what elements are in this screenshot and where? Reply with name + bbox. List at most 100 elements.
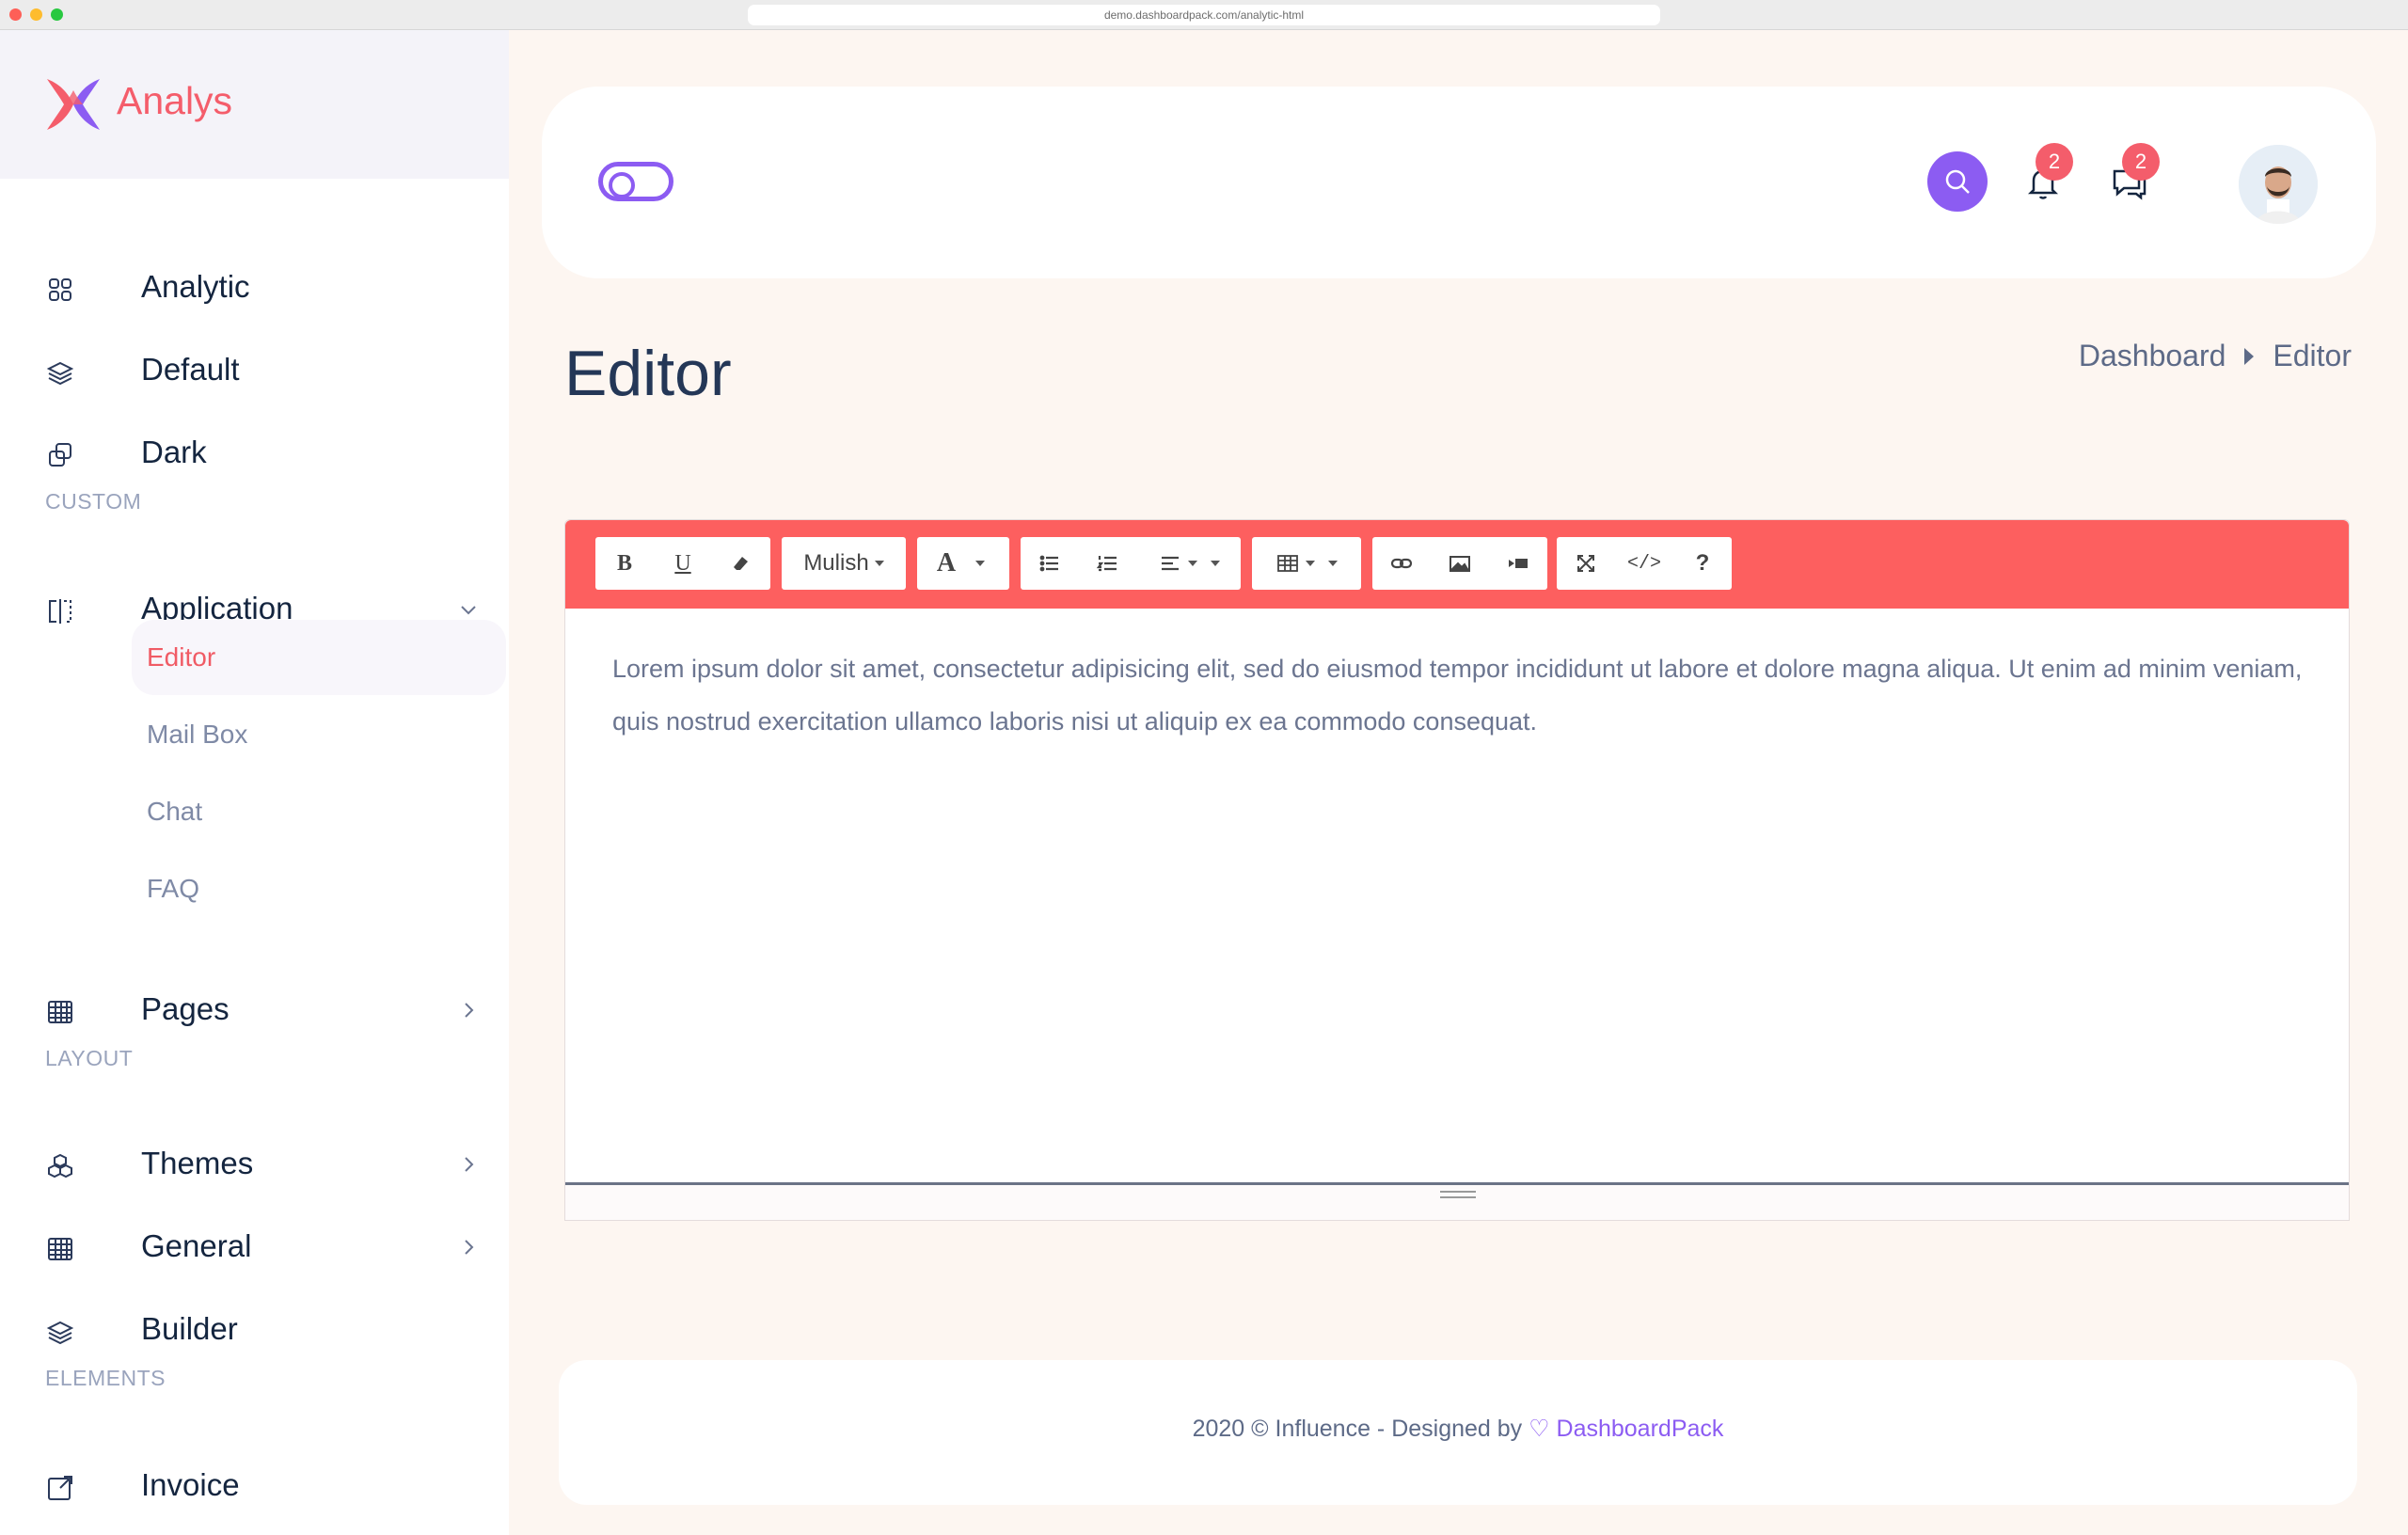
fullscreen-button[interactable] — [1557, 537, 1615, 590]
sidebar-item-label: Invoice — [141, 1467, 240, 1502]
list-bullet-icon — [1039, 555, 1058, 572]
insert-link-button[interactable] — [1372, 537, 1431, 590]
breadcrumb: Dashboard Editor — [2079, 339, 2352, 373]
editor-content-area[interactable]: Lorem ipsum dolor sit amet, consectetur … — [612, 642, 2315, 748]
toolbar-group-paragraph — [1021, 537, 1241, 590]
caret-down-icon — [1188, 561, 1197, 566]
unordered-list-button[interactable] — [1021, 537, 1079, 590]
messages-badge: 2 — [2122, 143, 2160, 181]
font-family-value: Mulish — [803, 550, 869, 576]
video-icon — [1509, 559, 1528, 568]
link-icon — [1390, 558, 1413, 569]
caret-down-icon — [1211, 561, 1220, 566]
ordered-list-button[interactable] — [1079, 537, 1137, 590]
brand-logo-icon[interactable] — [43, 75, 103, 134]
chevron-right-icon[interactable] — [457, 1153, 480, 1176]
top-header: 2 2 — [542, 87, 2376, 278]
copyright-text: 2020 © Influence - Designed by — [1192, 1416, 1523, 1442]
heart-icon: ♡ — [1529, 1416, 1550, 1442]
caret-down-icon[interactable] — [975, 561, 985, 566]
browser-chrome: demo.dashboardpack.com/analytic-html — [0, 0, 2408, 30]
table-icon — [1277, 555, 1298, 572]
toolbar-group-view: </> ? — [1557, 537, 1732, 590]
sidebar-item-label: Builder — [141, 1311, 238, 1346]
breadcrumb-dashboard-link[interactable]: Dashboard — [2079, 339, 2226, 373]
address-bar[interactable]: demo.dashboardpack.com/analytic-html — [748, 5, 1660, 25]
sidebar-item-label: Dark — [141, 435, 207, 469]
minimize-window-button[interactable] — [30, 8, 42, 21]
align-left-icon — [1162, 556, 1179, 571]
font-color-button[interactable]: A — [917, 537, 975, 590]
sidebar: Analys Analytic Default Dark CUSTOM Appl… — [0, 30, 509, 1535]
sidebar-item-builder[interactable]: Builder — [0, 1300, 509, 1360]
toolbar-group-insert — [1372, 537, 1547, 590]
sidebar-item-pages[interactable]: Pages — [0, 980, 509, 1040]
layers-icon — [45, 1317, 75, 1347]
user-avatar-icon — [2239, 145, 2318, 224]
code-view-button[interactable]: </> — [1615, 537, 1673, 590]
table-insert-dropdown[interactable] — [1252, 537, 1361, 590]
chevron-down-icon[interactable] — [457, 598, 480, 621]
sidebar-item-dark[interactable]: Dark — [0, 423, 509, 483]
sidebar-subitem-chat[interactable]: Chat — [132, 774, 506, 849]
expand-icon — [1577, 555, 1594, 572]
sidebar-subitem-mail-box[interactable]: Mail Box — [132, 697, 506, 772]
editor-resize-bar[interactable] — [565, 1182, 2349, 1220]
layers-icon — [45, 357, 75, 388]
font-family-dropdown[interactable]: Mulish — [782, 537, 906, 590]
footer-text: 2020 © Influence - Designed by ♡ Dashboa… — [559, 1415, 2357, 1443]
caret-down-icon — [1306, 561, 1315, 566]
sidebar-item-analytic[interactable]: Analytic — [0, 258, 509, 318]
sidebar-item-general[interactable]: General — [0, 1217, 509, 1277]
caret-down-icon — [874, 561, 884, 566]
sidebar-item-label: Default — [141, 352, 240, 387]
copy-icon — [45, 440, 75, 470]
cubes-icon — [45, 1151, 75, 1181]
sidebar-subitem-editor[interactable]: Editor — [132, 620, 506, 695]
eraser-icon — [734, 557, 748, 570]
section-title-elements: ELEMENTS — [45, 1366, 166, 1390]
sidebar-item-default[interactable]: Default — [0, 340, 509, 401]
table-icon — [45, 1234, 75, 1264]
sidebar-item-label: Analytic — [141, 269, 250, 304]
sidebar-subitem-faq[interactable]: FAQ — [132, 851, 506, 926]
section-title-layout: LAYOUT — [45, 1046, 134, 1070]
image-icon — [1450, 556, 1470, 572]
columns-icon — [45, 596, 75, 626]
footer: 2020 © Influence - Designed by ♡ Dashboa… — [559, 1360, 2357, 1505]
section-title-custom: CUSTOM — [45, 489, 142, 514]
sidebar-toggle-button[interactable] — [598, 162, 673, 201]
sidebar-item-invoice[interactable]: Invoice — [0, 1456, 509, 1516]
list-ordered-icon — [1096, 556, 1117, 572]
page-title: Editor — [564, 338, 732, 409]
insert-video-button[interactable] — [1489, 537, 1547, 590]
editor-toolbar: B U Mulish A </> ? — [565, 520, 2349, 609]
sidebar-item-forms[interactable]: forms — [0, 1526, 509, 1535]
brand-area: Analys — [0, 30, 509, 179]
brand-name[interactable]: Analys — [117, 79, 232, 123]
rich-text-editor: B U Mulish A </> ? Lorem ipsum dolor sit… — [564, 519, 2350, 1221]
bold-button[interactable]: B — [595, 537, 654, 590]
underline-button[interactable]: U — [654, 537, 712, 590]
font-color-group: A — [917, 537, 1009, 590]
avatar[interactable] — [2239, 145, 2318, 224]
paragraph-align-dropdown[interactable] — [1137, 537, 1241, 590]
sidebar-item-themes[interactable]: Themes — [0, 1134, 509, 1195]
resize-grip-icon[interactable] — [1440, 1191, 1476, 1198]
search-button[interactable] — [1927, 151, 1988, 212]
insert-image-button[interactable] — [1431, 537, 1489, 590]
sidebar-item-label: Pages — [141, 991, 230, 1026]
table-icon — [45, 997, 75, 1027]
clear-format-button[interactable] — [712, 537, 770, 590]
sidebar-item-label: General — [141, 1228, 252, 1263]
close-window-button[interactable] — [9, 8, 22, 21]
help-button[interactable]: ? — [1673, 537, 1732, 590]
chevron-right-icon[interactable] — [457, 999, 480, 1021]
maximize-window-button[interactable] — [51, 8, 63, 21]
dashboardpack-link[interactable]: DashboardPack — [1557, 1416, 1724, 1442]
grid-icon — [45, 275, 75, 305]
sidebar-item-label: Themes — [141, 1146, 254, 1180]
chevron-right-icon[interactable] — [457, 1236, 480, 1258]
external-link-icon — [45, 1473, 75, 1503]
toolbar-group-style: B U — [595, 537, 770, 590]
